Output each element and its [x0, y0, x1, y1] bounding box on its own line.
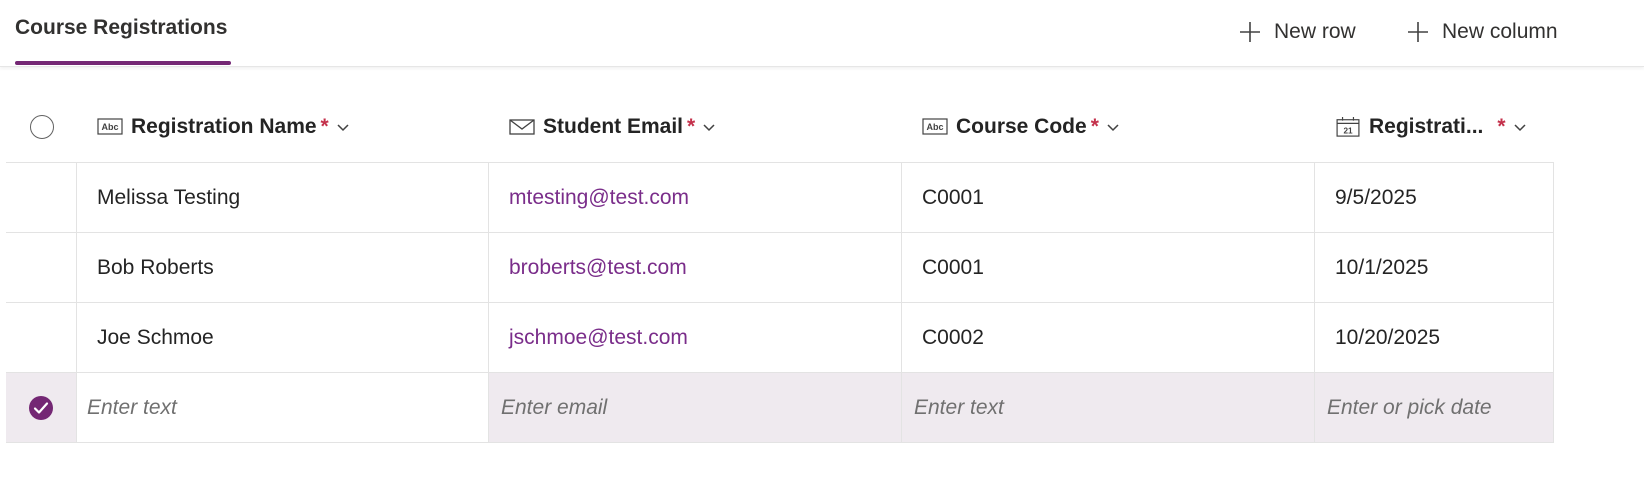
- column-header-label: Student Email: [543, 115, 684, 138]
- registration-date-input[interactable]: Enter or pick date: [1315, 373, 1554, 442]
- table-row[interactable]: Joe Schmoe jschmoe@test.com C0002 10/20/…: [6, 303, 1554, 373]
- student-email-link[interactable]: jschmoe@test.com: [489, 303, 902, 372]
- header-row: Abc Registration Name * Student Email * …: [6, 92, 1554, 163]
- new-row-button[interactable]: New row: [1238, 15, 1356, 49]
- row-select-cell[interactable]: [6, 373, 77, 442]
- select-all-radio[interactable]: [29, 115, 54, 139]
- chevron-down-icon[interactable]: [1512, 119, 1528, 135]
- column-header-label: Registrati...: [1369, 115, 1484, 138]
- column-header-student-email[interactable]: Student Email *: [489, 92, 902, 162]
- required-marker: *: [320, 115, 329, 138]
- table-row[interactable]: Bob Roberts broberts@test.com C0001 10/1…: [6, 233, 1554, 303]
- svg-text:Abc: Abc: [101, 122, 118, 132]
- page: Course Registrations New row New column …: [0, 0, 1644, 496]
- text-abc-icon: Abc: [922, 118, 948, 135]
- student-email-input[interactable]: Enter email: [489, 373, 902, 442]
- course-code-cell[interactable]: C0002: [902, 303, 1315, 372]
- tab-course-registrations[interactable]: Course Registrations: [15, 16, 227, 40]
- svg-text:Abc: Abc: [926, 122, 943, 132]
- select-all-cell: [6, 92, 77, 162]
- mail-icon: [509, 119, 535, 135]
- registration-name-cell[interactable]: Melissa Testing: [77, 163, 489, 232]
- student-email-link[interactable]: broberts@test.com: [489, 233, 902, 302]
- data-grid: Abc Registration Name * Student Email * …: [6, 92, 1554, 443]
- column-header-registration-date[interactable]: 21 Registrati... *: [1315, 92, 1554, 162]
- required-marker: *: [1497, 115, 1506, 138]
- course-code-cell[interactable]: C0001: [902, 233, 1315, 302]
- row-select-cell[interactable]: [6, 233, 77, 302]
- course-code-cell[interactable]: C0001: [902, 163, 1315, 232]
- text-abc-icon: Abc: [97, 118, 123, 135]
- row-select-cell[interactable]: [6, 163, 77, 232]
- column-header-label: Registration Name: [131, 115, 317, 138]
- registration-name-cell[interactable]: Joe Schmoe: [77, 303, 489, 372]
- required-marker: *: [1090, 115, 1099, 138]
- new-row[interactable]: Enter text Enter email Enter text Enter …: [6, 373, 1554, 443]
- new-column-label: New column: [1442, 20, 1558, 43]
- column-header-registration-name[interactable]: Abc Registration Name *: [77, 92, 489, 162]
- calendar-icon: 21: [1336, 117, 1360, 137]
- chevron-down-icon[interactable]: [335, 119, 351, 135]
- student-email-link[interactable]: mtesting@test.com: [489, 163, 902, 232]
- new-row-label: New row: [1274, 20, 1356, 43]
- chevron-down-icon[interactable]: [1105, 119, 1121, 135]
- active-tab-indicator: [15, 61, 231, 65]
- registration-name-cell[interactable]: Bob Roberts: [77, 233, 489, 302]
- registration-name-input[interactable]: Enter text: [77, 373, 489, 442]
- course-code-input[interactable]: Enter text: [902, 373, 1315, 442]
- checkmark-circle-icon[interactable]: [27, 394, 55, 422]
- registration-date-cell[interactable]: 10/1/2025: [1315, 233, 1554, 302]
- column-header-label: Course Code: [956, 115, 1087, 138]
- row-select-cell[interactable]: [6, 303, 77, 372]
- table-row[interactable]: Melissa Testing mtesting@test.com C0001 …: [6, 163, 1554, 233]
- plus-icon: [1240, 22, 1260, 42]
- required-marker: *: [687, 115, 696, 138]
- command-bar: Course Registrations New row New column: [0, 0, 1644, 67]
- column-header-course-code[interactable]: Abc Course Code *: [902, 92, 1315, 162]
- plus-icon: [1408, 22, 1428, 42]
- chevron-down-icon[interactable]: [701, 119, 717, 135]
- svg-text:21: 21: [1343, 126, 1353, 135]
- new-column-button[interactable]: New column: [1406, 15, 1558, 49]
- registration-date-cell[interactable]: 9/5/2025: [1315, 163, 1554, 232]
- registration-date-cell[interactable]: 10/20/2025: [1315, 303, 1554, 372]
